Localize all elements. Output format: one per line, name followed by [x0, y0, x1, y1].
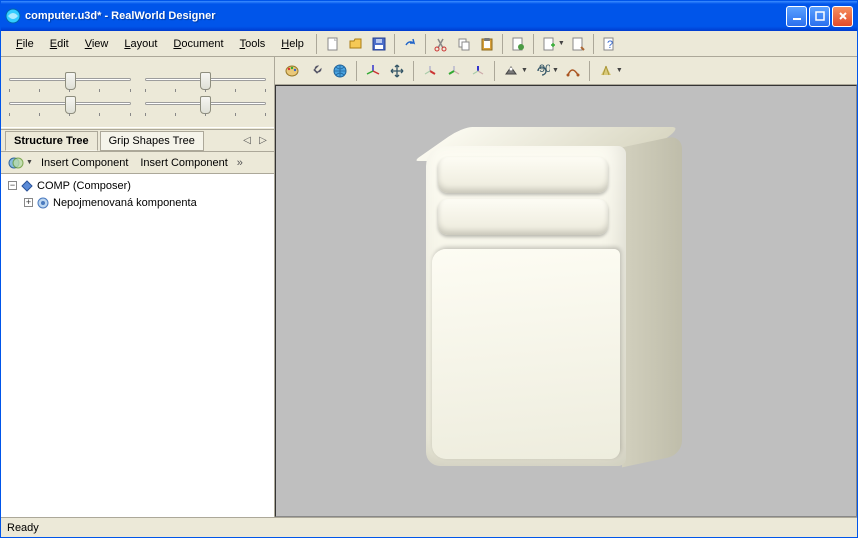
tab-nav: ◁ ▷: [240, 134, 270, 148]
menu-document[interactable]: Document: [166, 35, 230, 53]
palette-button[interactable]: [281, 60, 303, 82]
toolbar-separator: [394, 34, 395, 54]
doc-tool-button[interactable]: [567, 33, 589, 55]
tab-prev-button[interactable]: ◁: [240, 134, 254, 148]
axis-y-button[interactable]: [443, 60, 465, 82]
tree-child-label: Nepojmenovaná komponenta: [53, 197, 197, 209]
rotate-90-button[interactable]: 90: [531, 60, 553, 82]
tab-structure-tree[interactable]: Structure Tree: [5, 131, 98, 151]
window-buttons: [786, 6, 853, 27]
toolbar-separator: [425, 34, 426, 54]
undo-button[interactable]: [399, 33, 421, 55]
maximize-button[interactable]: [809, 6, 830, 27]
new-button[interactable]: [322, 33, 344, 55]
toolbar-separator: [494, 61, 495, 81]
slider-1[interactable]: [7, 70, 133, 92]
tab-next-button[interactable]: ▷: [256, 134, 270, 148]
tool-wrench-button[interactable]: [305, 60, 327, 82]
globe-button[interactable]: [329, 60, 351, 82]
tree-root-row[interactable]: − COMP (Composer): [3, 177, 272, 194]
minimize-button[interactable]: [786, 6, 807, 27]
content-area: Structure Tree Grip Shapes Tree ◁ ▷ ▼ In…: [1, 57, 857, 517]
component-menu-button[interactable]: [5, 152, 27, 174]
titlebar: computer.u3d* - RealWorld Designer: [1, 1, 857, 31]
axis-z-button[interactable]: [467, 60, 489, 82]
menu-edit[interactable]: Edit: [43, 35, 76, 53]
help-button[interactable]: ?: [598, 33, 620, 55]
view-mode-button[interactable]: [500, 60, 522, 82]
structure-tree[interactable]: − COMP (Composer) + Nepojmenovaná kompon…: [1, 174, 274, 517]
dropdown-arrow-icon[interactable]: ▼: [616, 67, 623, 74]
paste-button[interactable]: [476, 33, 498, 55]
tree-root-label: COMP (Composer): [37, 180, 131, 192]
menu-separator: [316, 34, 317, 54]
snap-button[interactable]: [562, 60, 584, 82]
model-computer-tower: [426, 131, 726, 511]
sliders-panel: [1, 57, 274, 127]
toolbar-separator: [502, 34, 503, 54]
window-title: computer.u3d* - RealWorld Designer: [25, 10, 786, 22]
toolbar-separator: [593, 34, 594, 54]
close-button[interactable]: [832, 6, 853, 27]
viewport-column: ▼ 90 ▼ ▼: [275, 57, 857, 517]
composer-icon: [20, 179, 34, 193]
axes-xyz-button[interactable]: [362, 60, 384, 82]
tree-child-row[interactable]: + Nepojmenovaná komponenta: [3, 194, 272, 211]
left-panel: Structure Tree Grip Shapes Tree ◁ ▷ ▼ In…: [1, 57, 275, 517]
tab-grip-shapes-tree[interactable]: Grip Shapes Tree: [100, 131, 204, 151]
statusbar: Ready: [1, 517, 857, 537]
chevron-right-icon[interactable]: »: [235, 157, 245, 169]
menu-layout[interactable]: Layout: [117, 35, 164, 53]
slider-2[interactable]: [143, 70, 269, 92]
menu-items: File Edit View Layout Document Tools Hel…: [5, 35, 311, 53]
menubar: File Edit View Layout Document Tools Hel…: [1, 31, 857, 57]
svg-text:?: ?: [607, 39, 613, 51]
cut-button[interactable]: [430, 33, 452, 55]
svg-text:90: 90: [539, 63, 550, 75]
insert-component-2[interactable]: Insert Component: [135, 155, 232, 171]
3d-viewport[interactable]: [275, 85, 857, 517]
render-style-button[interactable]: [595, 60, 617, 82]
expand-icon[interactable]: +: [24, 198, 33, 207]
viewport-toolbar: ▼ 90 ▼ ▼: [275, 57, 857, 85]
menu-view[interactable]: View: [78, 35, 116, 53]
doc-action-button[interactable]: [507, 33, 529, 55]
copy-button[interactable]: [453, 33, 475, 55]
slider-3[interactable]: [7, 94, 133, 116]
component-icon: [36, 196, 50, 210]
insert-component-1[interactable]: Insert Component: [36, 155, 133, 171]
toolbar-separator: [589, 61, 590, 81]
open-button[interactable]: [345, 33, 367, 55]
toolbar-separator: [533, 34, 534, 54]
toolbar-separator: [413, 61, 414, 81]
toolbar-separator: [356, 61, 357, 81]
status-text: Ready: [7, 522, 39, 534]
axis-x-button[interactable]: [419, 60, 441, 82]
save-button[interactable]: [368, 33, 390, 55]
app-icon: [5, 8, 21, 24]
collapse-icon[interactable]: −: [8, 181, 17, 190]
left-tabbar: Structure Tree Grip Shapes Tree ◁ ▷: [1, 130, 274, 152]
dropdown-arrow-icon[interactable]: ▼: [558, 40, 565, 47]
menu-help[interactable]: Help: [274, 35, 311, 53]
menu-tools[interactable]: Tools: [233, 35, 273, 53]
doc-add-button[interactable]: [538, 33, 560, 55]
dropdown-arrow-icon[interactable]: ▼: [552, 67, 559, 74]
move-button[interactable]: [386, 60, 408, 82]
dropdown-arrow-icon[interactable]: ▼: [521, 67, 528, 74]
slider-4[interactable]: [143, 94, 269, 116]
dropdown-arrow-icon[interactable]: ▼: [26, 159, 33, 166]
command-bar: ▼ Insert Component Insert Component »: [1, 152, 274, 174]
menu-file[interactable]: File: [9, 35, 41, 53]
